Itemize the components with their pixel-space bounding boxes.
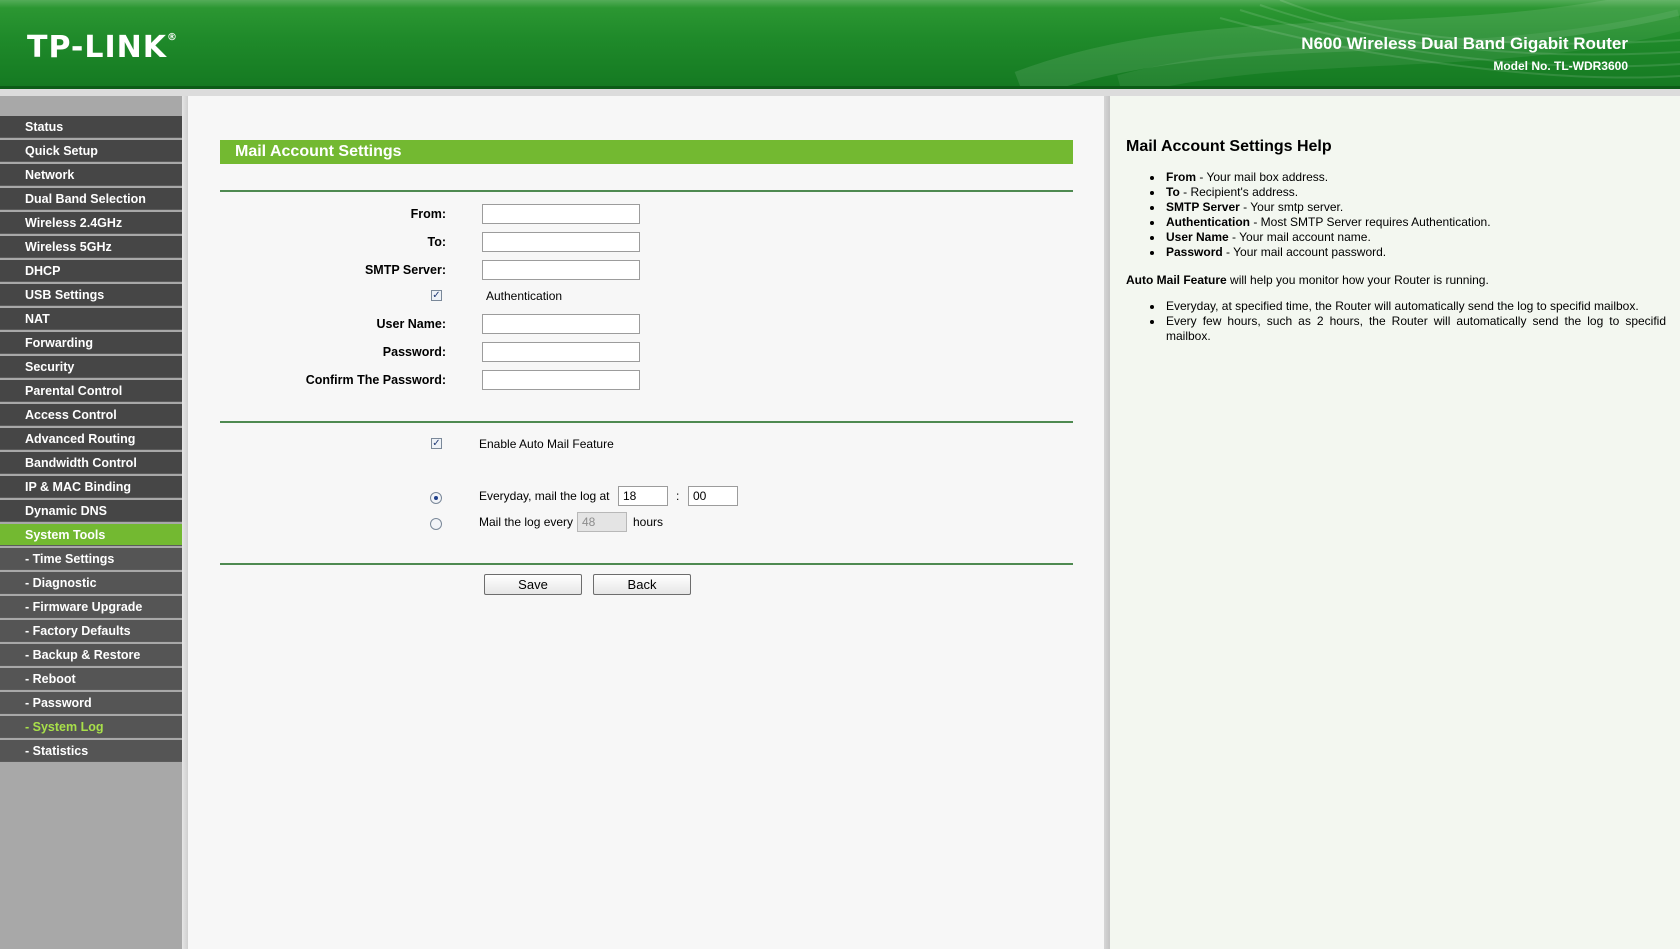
help-desc: - Your mail account password. <box>1222 245 1387 259</box>
help-item-smtp-server: SMTP Server - Your smtp server. <box>1150 200 1666 215</box>
form-labels: From: To: SMTP Server: User Name: Passwo… <box>188 96 446 496</box>
product-name: N600 Wireless Dual Band Gigabit Router <box>1301 34 1628 53</box>
help-item-user-name: User Name - Your mail account name. <box>1150 230 1666 245</box>
help-bullet-everyday: Everyday, at specified time, the Router … <box>1150 299 1666 314</box>
everyday-radio[interactable] <box>430 492 442 504</box>
help-desc: - Your mail account name. <box>1228 230 1371 244</box>
sidebar-item-forwarding[interactable]: Forwarding <box>0 332 182 354</box>
sidebar-item-bandwidth-control[interactable]: Bandwidth Control <box>0 452 182 474</box>
sidebar-item-backup-restore[interactable]: - Backup & Restore <box>0 644 182 666</box>
authentication-checkbox[interactable]: ✓ <box>431 290 442 301</box>
help-auto-mail-list: Everyday, at specified time, the Router … <box>1150 299 1666 344</box>
help-term: To <box>1166 185 1180 199</box>
user-name-field[interactable] <box>482 314 640 334</box>
help-desc: - Recipient's address. <box>1179 185 1299 199</box>
password-field[interactable] <box>482 342 640 362</box>
user-name-label: User Name: <box>376 317 446 331</box>
help-term: User Name <box>1166 230 1229 244</box>
authentication-label: Authentication <box>486 289 563 303</box>
help-desc: - Most SMTP Server requires Authenticati… <box>1250 215 1491 229</box>
help-panel: Mail Account Settings Help From - Your m… <box>1110 96 1680 949</box>
model-number: Model No. TL-WDR3600 <box>1493 59 1628 73</box>
help-term: Password <box>1166 245 1223 259</box>
sidebar-item-access-control[interactable]: Access Control <box>0 404 182 426</box>
smtp-server-label: SMTP Server: <box>364 263 446 277</box>
sidebar-item-firmware-upgrade[interactable]: - Firmware Upgrade <box>0 596 182 618</box>
minute-field[interactable] <box>688 486 738 506</box>
logo-registered-mark: ® <box>167 32 179 43</box>
sidebar-item-system-log[interactable]: - System Log <box>0 716 182 738</box>
header-banner: TP-LINK® N600 Wireless Dual Band Gigabit… <box>0 0 1680 86</box>
sidebar-item-password[interactable]: - Password <box>0 692 182 714</box>
from-field[interactable] <box>482 204 640 224</box>
sidebar-item-wireless-5ghz[interactable]: Wireless 5GHz <box>0 236 182 258</box>
sidebar-item-diagnostic[interactable]: - Diagnostic <box>0 572 182 594</box>
from-label: From: <box>410 207 446 221</box>
help-bullet-every-few-hours: Every few hours, such as 2 hours, the Ro… <box>1150 314 1666 343</box>
help-auto-mail-term: Auto Mail Feature <box>1126 273 1227 287</box>
sidebar-item-security[interactable]: Security <box>0 356 182 378</box>
help-desc: - Your mail box address. <box>1196 170 1329 184</box>
every-hours-label: Mail the log every <box>479 515 574 529</box>
to-field[interactable] <box>482 232 640 252</box>
help-item-authentication: Authentication - Most SMTP Server requir… <box>1150 215 1666 230</box>
divider-middle <box>220 421 1073 423</box>
save-button[interactable]: Save <box>484 574 582 595</box>
sidebar-item-system-tools[interactable]: System Tools <box>0 524 182 546</box>
everyday-label: Everyday, mail the log at <box>479 489 610 503</box>
logo-text: TP-LINK <box>27 30 168 65</box>
sidebar-item-dual-band-selection[interactable]: Dual Band Selection <box>0 188 182 210</box>
password-label: Password: <box>382 345 446 359</box>
sidebar-menu: Status Quick Setup Network Dual Band Sel… <box>0 116 182 764</box>
tp-link-logo: TP-LINK® <box>27 30 178 65</box>
divider-bottom <box>220 563 1073 565</box>
confirm-password-field[interactable] <box>482 370 640 390</box>
help-desc: - Your smtp server. <box>1239 200 1344 214</box>
help-term: From <box>1166 170 1196 184</box>
main-panel: Mail Account Settings From: To: SMTP Ser… <box>188 96 1108 949</box>
enable-auto-mail-checkbox[interactable]: ✓ <box>431 438 442 449</box>
sidebar-item-wireless-24ghz[interactable]: Wireless 2.4GHz <box>0 212 182 234</box>
sidebar-item-network[interactable]: Network <box>0 164 182 186</box>
help-item-to: To - Recipient's address. <box>1150 185 1666 200</box>
hours-unit-label: hours <box>633 515 664 529</box>
header-divider-light <box>0 89 1680 96</box>
sidebar-item-time-settings[interactable]: - Time Settings <box>0 548 182 570</box>
to-label: To: <box>427 235 446 249</box>
sidebar: Status Quick Setup Network Dual Band Sel… <box>0 96 188 949</box>
sidebar-item-statistics[interactable]: - Statistics <box>0 740 182 762</box>
help-auto-mail-desc: will help you monitor how your Router is… <box>1226 273 1489 287</box>
time-colon: : <box>676 489 680 503</box>
sidebar-item-dhcp[interactable]: DHCP <box>0 260 182 282</box>
sidebar-item-advanced-routing[interactable]: Advanced Routing <box>0 428 182 450</box>
every-hours-radio[interactable] <box>430 518 442 530</box>
help-term: SMTP Server <box>1166 200 1240 214</box>
sidebar-item-reboot[interactable]: - Reboot <box>0 668 182 690</box>
help-item-password: Password - Your mail account password. <box>1150 245 1666 260</box>
sidebar-item-usb-settings[interactable]: USB Settings <box>0 284 182 306</box>
help-term: Authentication <box>1166 215 1250 229</box>
sidebar-item-parental-control[interactable]: Parental Control <box>0 380 182 402</box>
confirm-password-label: Confirm The Password: <box>305 373 446 387</box>
back-button[interactable]: Back <box>593 574 691 595</box>
help-title: Mail Account Settings Help <box>1126 138 1332 155</box>
sidebar-item-status[interactable]: Status <box>0 116 182 138</box>
hour-field[interactable] <box>618 486 668 506</box>
smtp-server-field[interactable] <box>482 260 640 280</box>
enable-auto-mail-label: Enable Auto Mail Feature <box>479 437 614 451</box>
sidebar-item-nat[interactable]: NAT <box>0 308 182 330</box>
sidebar-item-ip-mac-binding[interactable]: IP & MAC Binding <box>0 476 182 498</box>
sidebar-item-factory-defaults[interactable]: - Factory Defaults <box>0 620 182 642</box>
sidebar-item-dynamic-dns[interactable]: Dynamic DNS <box>0 500 182 522</box>
sidebar-item-quick-setup[interactable]: Quick Setup <box>0 140 182 162</box>
help-field-list: From - Your mail box address. To - Recip… <box>1150 170 1666 260</box>
hours-field[interactable] <box>577 512 627 532</box>
help-item-from: From - Your mail box address. <box>1150 170 1666 185</box>
help-auto-mail-intro: Auto Mail Feature will help you monitor … <box>1126 273 1489 287</box>
